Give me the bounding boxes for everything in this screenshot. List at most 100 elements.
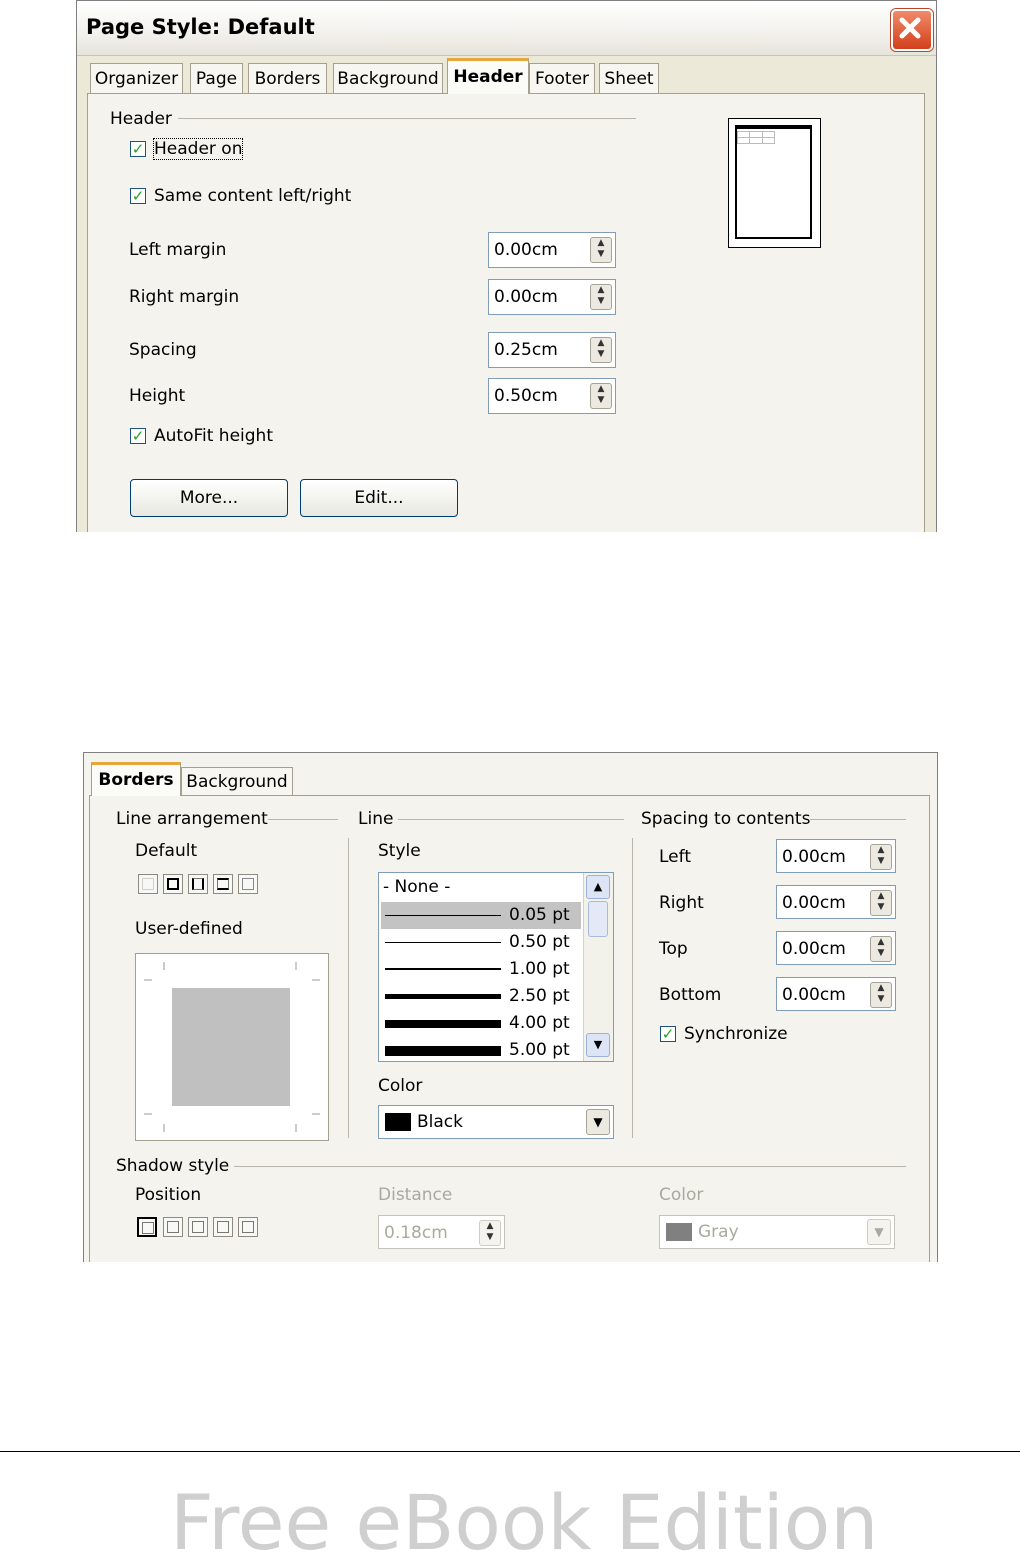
spacing-field[interactable]: 0.25cm ▲ ▼	[488, 332, 616, 368]
list-item-selected[interactable]: 0.05 pt	[381, 902, 581, 929]
line-color-dropdown[interactable]: Black ▼	[378, 1105, 614, 1139]
section-divider	[810, 819, 906, 820]
tab-footer[interactable]: Footer	[529, 63, 595, 93]
line-color-label: Color	[378, 1076, 423, 1096]
border-preset-none[interactable]	[138, 874, 158, 894]
line-style-list[interactable]: - None - 0.05 pt 0.50 pt 1.00 pt 2.50 pt…	[378, 872, 614, 1062]
column-divider	[632, 838, 633, 1138]
left-margin-field[interactable]: 0.00cm ▲ ▼	[488, 232, 616, 268]
spin-arrows-icon[interactable]: ▲ ▼	[870, 982, 892, 1008]
spin-arrows-icon[interactable]: ▲ ▼	[590, 383, 612, 409]
spacing-bottom-field[interactable]: 0.00cm ▲ ▼	[776, 977, 896, 1011]
shadow-color-label: Color	[659, 1185, 704, 1205]
tab-sheet[interactable]: Sheet	[599, 63, 659, 93]
line-arrangement-title: Line arrangement	[116, 809, 268, 829]
same-content-checkbox[interactable]: ✓	[130, 188, 146, 204]
line-color-value: Black	[417, 1112, 463, 1132]
scroll-down-icon[interactable]: ▼	[586, 1033, 610, 1057]
autofit-height-label[interactable]: AutoFit height	[154, 426, 273, 446]
border-preset-left-right[interactable]	[188, 874, 208, 894]
list-item[interactable]: 2.50 pt	[381, 983, 581, 1010]
line-title: Line	[358, 809, 394, 829]
list-item[interactable]: 5.00 pt	[381, 1037, 581, 1061]
border-preset-box[interactable]	[163, 874, 183, 894]
header-on-label[interactable]: Header on	[152, 138, 244, 160]
spacing-top-value: 0.00cm	[782, 939, 846, 959]
scrollbar[interactable]: ▲ ▼	[583, 873, 613, 1061]
spacing-left-field[interactable]: 0.00cm ▲ ▼	[776, 839, 896, 873]
list-item[interactable]: 1.00 pt	[381, 956, 581, 983]
spacing-right-label: Right	[659, 893, 704, 913]
header-on-checkbox[interactable]: ✓	[130, 141, 146, 157]
spin-arrows-icon[interactable]: ▲ ▼	[590, 284, 612, 310]
right-margin-label: Right margin	[129, 287, 240, 307]
border-corner-marks-icon	[144, 962, 320, 1132]
tab-organizer[interactable]: Organizer	[90, 63, 183, 93]
chevron-down-icon[interactable]: ▼	[586, 1109, 610, 1135]
section-header-title: Header	[110, 109, 172, 129]
autofit-height-checkbox[interactable]: ✓	[130, 428, 146, 444]
shadow-top-left-button[interactable]	[238, 1217, 258, 1237]
spacing-to-contents-title: Spacing to contents	[641, 809, 811, 829]
tab-page[interactable]: Page	[190, 63, 243, 93]
list-item-label: 2.50 pt	[509, 986, 570, 1006]
page-preview	[728, 118, 821, 248]
left-margin-label: Left margin	[129, 240, 227, 260]
shadow-bottom-left-button[interactable]	[213, 1217, 233, 1237]
border-preset-custom[interactable]	[238, 874, 258, 894]
tab-borders[interactable]: Borders	[248, 63, 327, 93]
line-sample	[385, 968, 501, 970]
column-divider	[348, 838, 349, 1138]
chevron-down-icon[interactable]: ▼	[867, 1219, 891, 1245]
header-panel: Header ✓ Header on ✓ Same content left/r…	[87, 93, 925, 532]
spin-arrows-icon[interactable]: ▲ ▼	[870, 844, 892, 870]
right-margin-field[interactable]: 0.00cm ▲ ▼	[488, 279, 616, 315]
page-style-dialog: Page Style: Default Organizer Page Borde…	[76, 0, 937, 532]
spacing-right-field[interactable]: 0.00cm ▲ ▼	[776, 885, 896, 919]
more-button[interactable]: More...	[130, 479, 288, 517]
tab-background[interactable]: Background	[333, 63, 443, 93]
spin-arrows-icon[interactable]: ▲ ▼	[479, 1220, 501, 1246]
spacing-top-field[interactable]: 0.00cm ▲ ▼	[776, 931, 896, 965]
preview-table-icon	[737, 131, 775, 144]
spin-arrows-icon[interactable]: ▲ ▼	[870, 890, 892, 916]
edit-button[interactable]: Edit...	[300, 479, 458, 517]
tab-background[interactable]: Background	[181, 767, 293, 795]
tab-header[interactable]: Header	[447, 58, 529, 94]
list-item-label: 0.05 pt	[509, 905, 570, 925]
spin-arrows-icon[interactable]: ▲ ▼	[870, 936, 892, 962]
height-field[interactable]: 0.50cm ▲ ▼	[488, 378, 616, 414]
shadow-color-dropdown[interactable]: Gray ▼	[659, 1215, 895, 1249]
shadow-top-right-button[interactable]	[188, 1217, 208, 1237]
user-defined-border-area[interactable]	[135, 953, 329, 1141]
list-item[interactable]: 0.50 pt	[381, 929, 581, 956]
border-preset-top-bottom[interactable]	[213, 874, 233, 894]
spacing-bottom-label: Bottom	[659, 985, 722, 1005]
synchronize-checkbox[interactable]: ✓	[660, 1026, 676, 1042]
spacing-bottom-value: 0.00cm	[782, 985, 846, 1005]
spacing-right-value: 0.00cm	[782, 893, 846, 913]
synchronize-label[interactable]: Synchronize	[684, 1024, 788, 1044]
height-label: Height	[129, 386, 186, 406]
spin-arrows-icon[interactable]: ▲ ▼	[590, 237, 612, 263]
list-item[interactable]: - None -	[383, 877, 450, 897]
spin-arrows-icon[interactable]: ▲ ▼	[590, 337, 612, 363]
spacing-value: 0.25cm	[494, 340, 558, 360]
scroll-thumb[interactable]	[588, 901, 608, 937]
title-bar: Page Style: Default	[77, 1, 936, 56]
section-divider	[268, 819, 338, 820]
shadow-distance-field[interactable]: 0.18cm ▲ ▼	[378, 1215, 505, 1249]
tab-borders[interactable]: Borders	[91, 762, 181, 796]
shadow-distance-value: 0.18cm	[384, 1223, 448, 1243]
default-label: Default	[135, 841, 198, 861]
section-divider	[234, 1166, 906, 1167]
shadow-none-button[interactable]	[137, 1217, 157, 1237]
list-item[interactable]: 4.00 pt	[381, 1010, 581, 1037]
same-content-label[interactable]: Same content left/right	[154, 186, 351, 206]
footer-watermark: Free eBook Edition	[170, 1478, 879, 1567]
close-button[interactable]	[891, 9, 933, 51]
scroll-up-icon[interactable]: ▲	[586, 875, 610, 899]
shadow-bottom-right-button[interactable]	[163, 1217, 183, 1237]
color-swatch	[385, 1113, 411, 1131]
right-margin-value: 0.00cm	[494, 287, 558, 307]
